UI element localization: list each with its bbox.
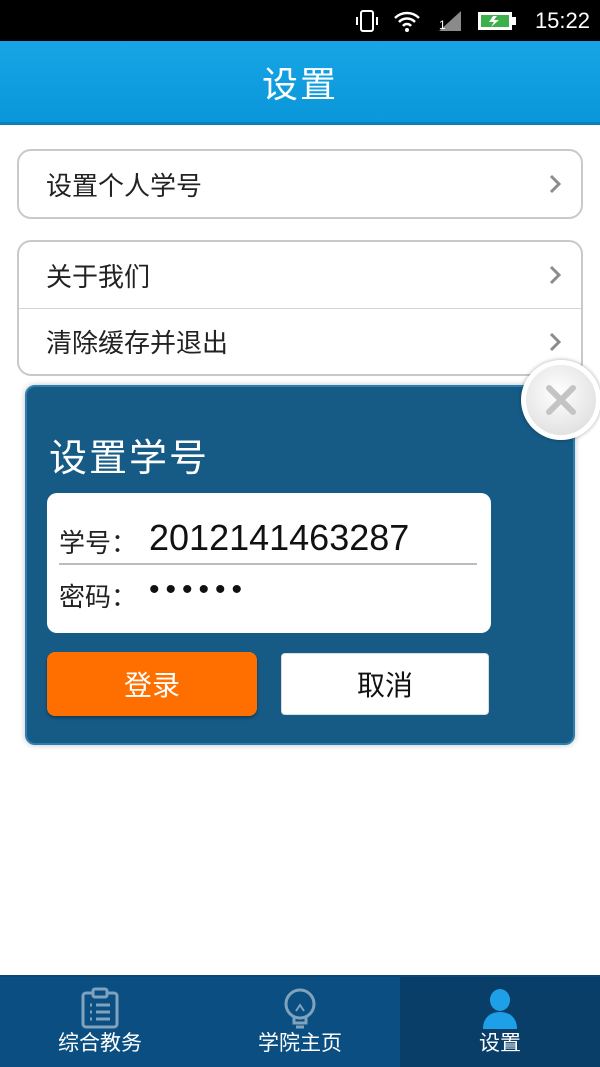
vibrate-icon xyxy=(355,9,379,33)
settings-group-2: 关于我们 清除缓存并退出 xyxy=(17,240,583,376)
login-form: 学号： 2012141463287 密码： •••••• xyxy=(47,493,491,633)
student-id-field[interactable]: 2012141463287 xyxy=(149,517,409,559)
status-bar: 1 15:22 xyxy=(0,0,600,41)
lightbulb-icon xyxy=(284,988,316,1029)
user-icon xyxy=(483,989,517,1029)
status-time: 15:22 xyxy=(534,7,590,33)
close-icon xyxy=(546,385,576,415)
settings-group-1: 设置个人学号 xyxy=(17,149,583,219)
login-button[interactable]: 登录 xyxy=(47,652,257,716)
chevron-right-icon xyxy=(549,332,562,351)
set-student-id-label: 设置个人学号 xyxy=(46,171,203,202)
clear-cache-item[interactable]: 清除缓存并退出 xyxy=(19,308,581,374)
bottom-nav: 综合教务 学院主页 设置 xyxy=(0,975,600,1067)
wifi-icon xyxy=(393,9,421,33)
title-bar: 设置 xyxy=(0,41,600,125)
signal-icon: 1 xyxy=(435,9,463,33)
nav-item-academic-affairs[interactable]: 综合教务 xyxy=(0,977,200,1067)
battery-icon xyxy=(477,10,517,32)
page-title: 设置 xyxy=(261,64,338,106)
about-us-label: 关于我们 xyxy=(46,262,151,293)
chevron-right-icon xyxy=(549,265,562,285)
nav-item-settings[interactable]: 设置 xyxy=(400,977,600,1067)
nav-label: 综合教务 xyxy=(58,1031,142,1055)
set-student-id-item[interactable]: 设置个人学号 xyxy=(19,151,581,217)
nav-item-college-homepage[interactable]: 学院主页 xyxy=(200,977,400,1067)
about-us-item[interactable]: 关于我们 xyxy=(19,242,581,308)
nav-label: 设置 xyxy=(479,1031,521,1055)
clipboard-icon xyxy=(81,987,119,1029)
student-id-label: 学号： xyxy=(59,529,138,559)
password-field[interactable]: •••••• xyxy=(149,573,248,607)
dialog-title: 设置学号 xyxy=(49,436,210,480)
password-label: 密码： xyxy=(59,583,138,613)
set-student-id-dialog: 设置学号 学号： 2012141463287 密码： •••••• 登录 取消 xyxy=(25,385,575,745)
svg-text:1: 1 xyxy=(439,18,446,32)
chevron-right-icon xyxy=(549,174,562,194)
cancel-button[interactable]: 取消 xyxy=(281,653,489,715)
form-divider xyxy=(59,563,477,565)
close-dialog-button[interactable] xyxy=(521,360,600,440)
clear-cache-label: 清除缓存并退出 xyxy=(46,329,229,359)
nav-label: 学院主页 xyxy=(258,1031,342,1055)
